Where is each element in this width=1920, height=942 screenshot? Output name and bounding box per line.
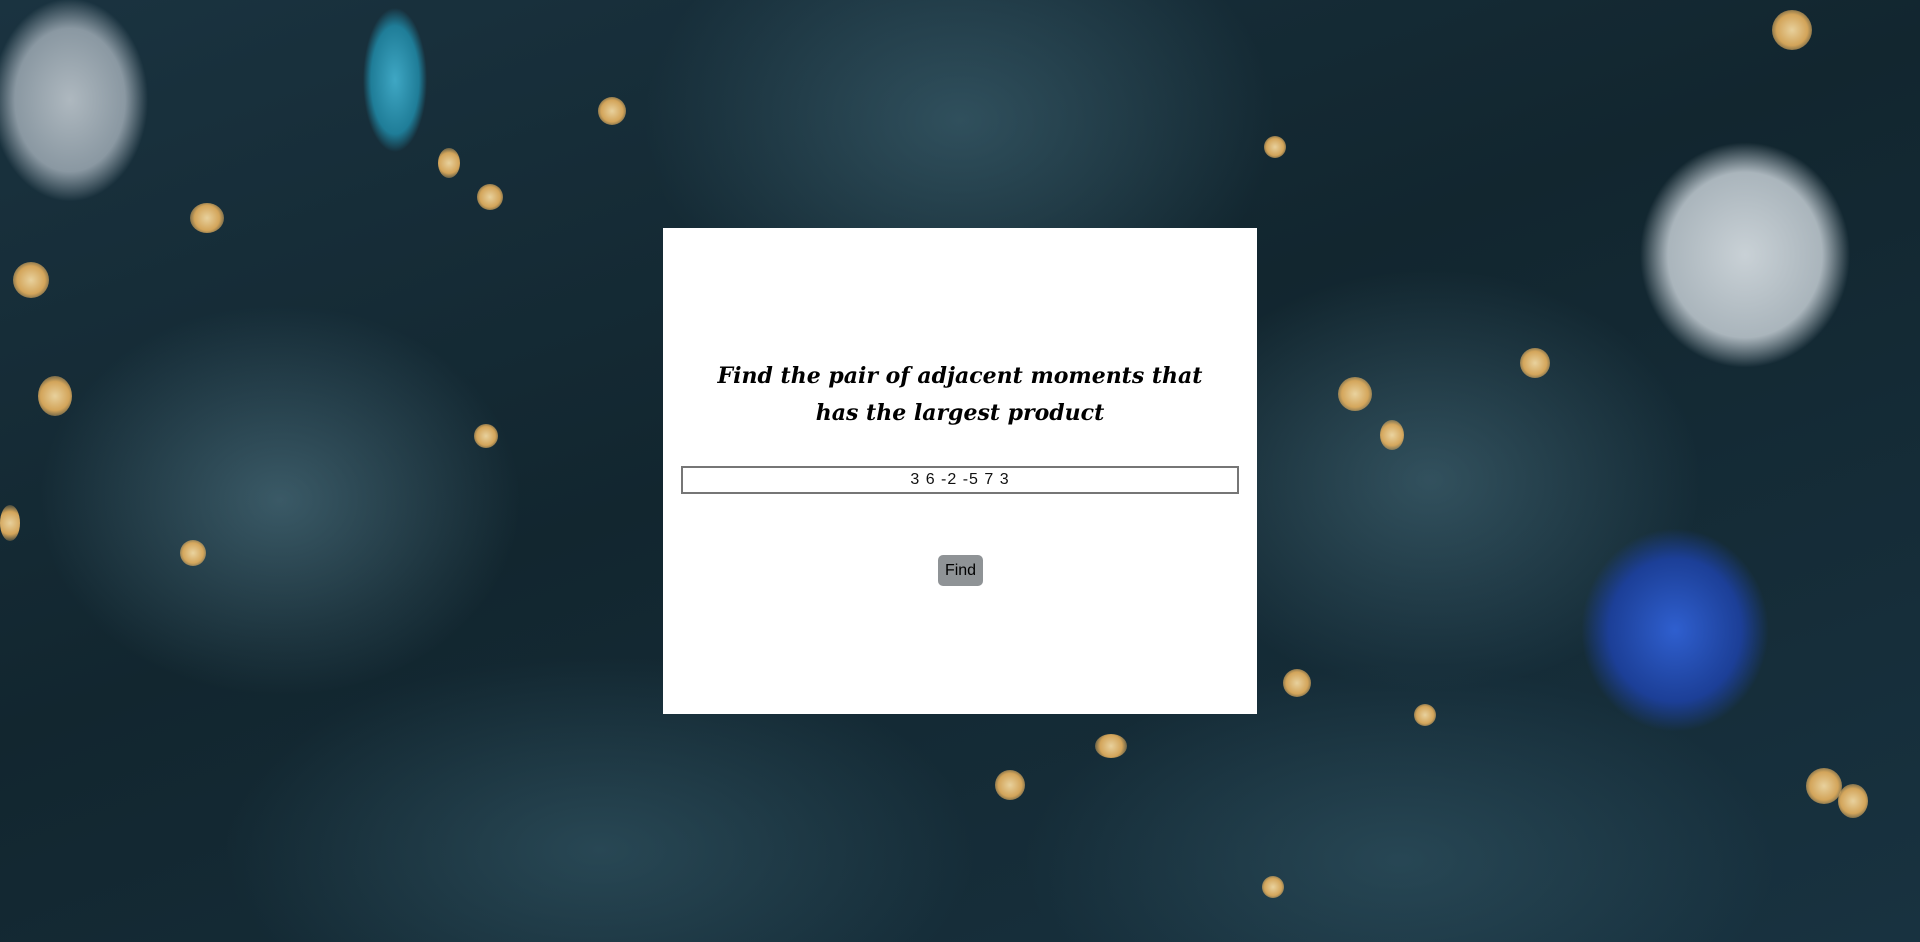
bokeh-light [0,505,20,541]
find-button[interactable]: Find [938,555,983,586]
bokeh-light [1338,377,1372,411]
bokeh-light [1380,420,1404,450]
bokeh-light [474,424,498,448]
bokeh-light [995,770,1025,800]
bokeh-light [1838,784,1868,818]
bokeh-light [1095,734,1127,758]
bokeh-light [1772,10,1812,50]
bokeh-light [477,184,503,210]
bokeh-light [180,540,206,566]
dialog-title: Find the pair of adjacent moments that h… [717,363,1203,426]
bokeh-light [438,148,460,178]
dialog-card: Find the pair of adjacent moments that h… [663,228,1257,714]
bokeh-light [1262,876,1284,898]
bokeh-light [190,203,224,233]
bokeh-light [13,262,49,298]
page-background: { "dialog": { "title": "Find the pair of… [0,0,1920,942]
bokeh-light [1806,768,1842,804]
bokeh-light [38,376,72,416]
bokeh-light [1283,669,1311,697]
bokeh-light [1414,704,1436,726]
numbers-input[interactable] [681,466,1239,494]
bokeh-light [1264,136,1286,158]
bokeh-light [1520,348,1550,378]
bokeh-light [598,97,626,125]
